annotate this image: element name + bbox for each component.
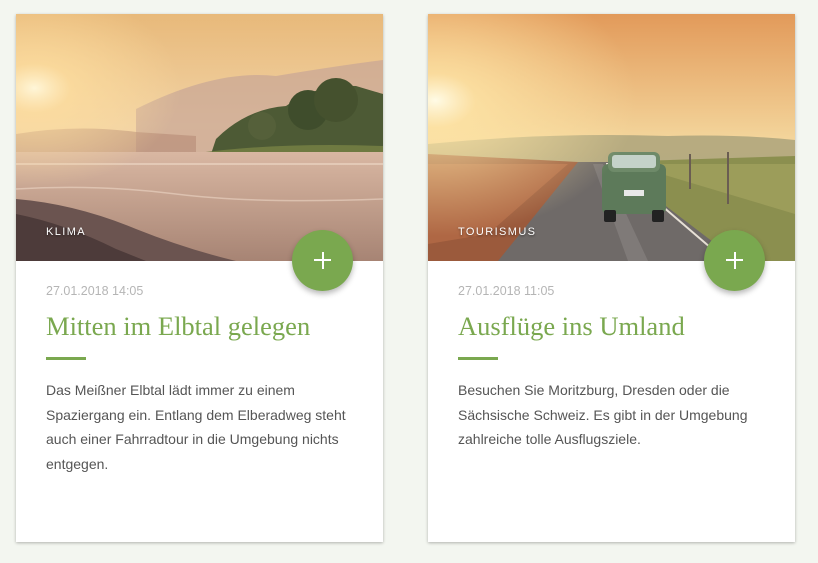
title-divider [458,357,498,360]
plus-icon-vertical [321,251,324,269]
expand-button[interactable] [704,230,765,291]
title-divider [46,357,86,360]
article-date: 27.01.2018 14:05 [46,284,144,298]
article-image-river[interactable] [16,14,383,261]
expand-button[interactable] [292,230,353,291]
category-label: TOURISMUS [458,226,537,238]
article-date: 27.01.2018 11:05 [458,284,555,298]
article-description: Besuchen Sie Moritzburg, Dresden oder di… [458,382,748,447]
article-image-road[interactable] [428,14,795,261]
article-title-link[interactable]: Ausflüge ins Umland [458,311,778,342]
article-card-klima: KLIMA 27.01.2018 14:05 Mitten im Elbtal … [16,14,383,542]
article-card-tourismus: TOURISMUS 27.01.2018 11:05 Ausflüge ins … [428,14,795,542]
category-label: KLIMA [46,226,87,238]
article-title-link[interactable]: Mitten im Elbtal gelegen [46,311,366,342]
article-description: Das Meißner Elbtal lädt immer zu einem S… [46,382,346,472]
plus-icon-vertical [733,251,736,269]
river-photo [16,14,383,261]
road-photo [428,14,795,261]
